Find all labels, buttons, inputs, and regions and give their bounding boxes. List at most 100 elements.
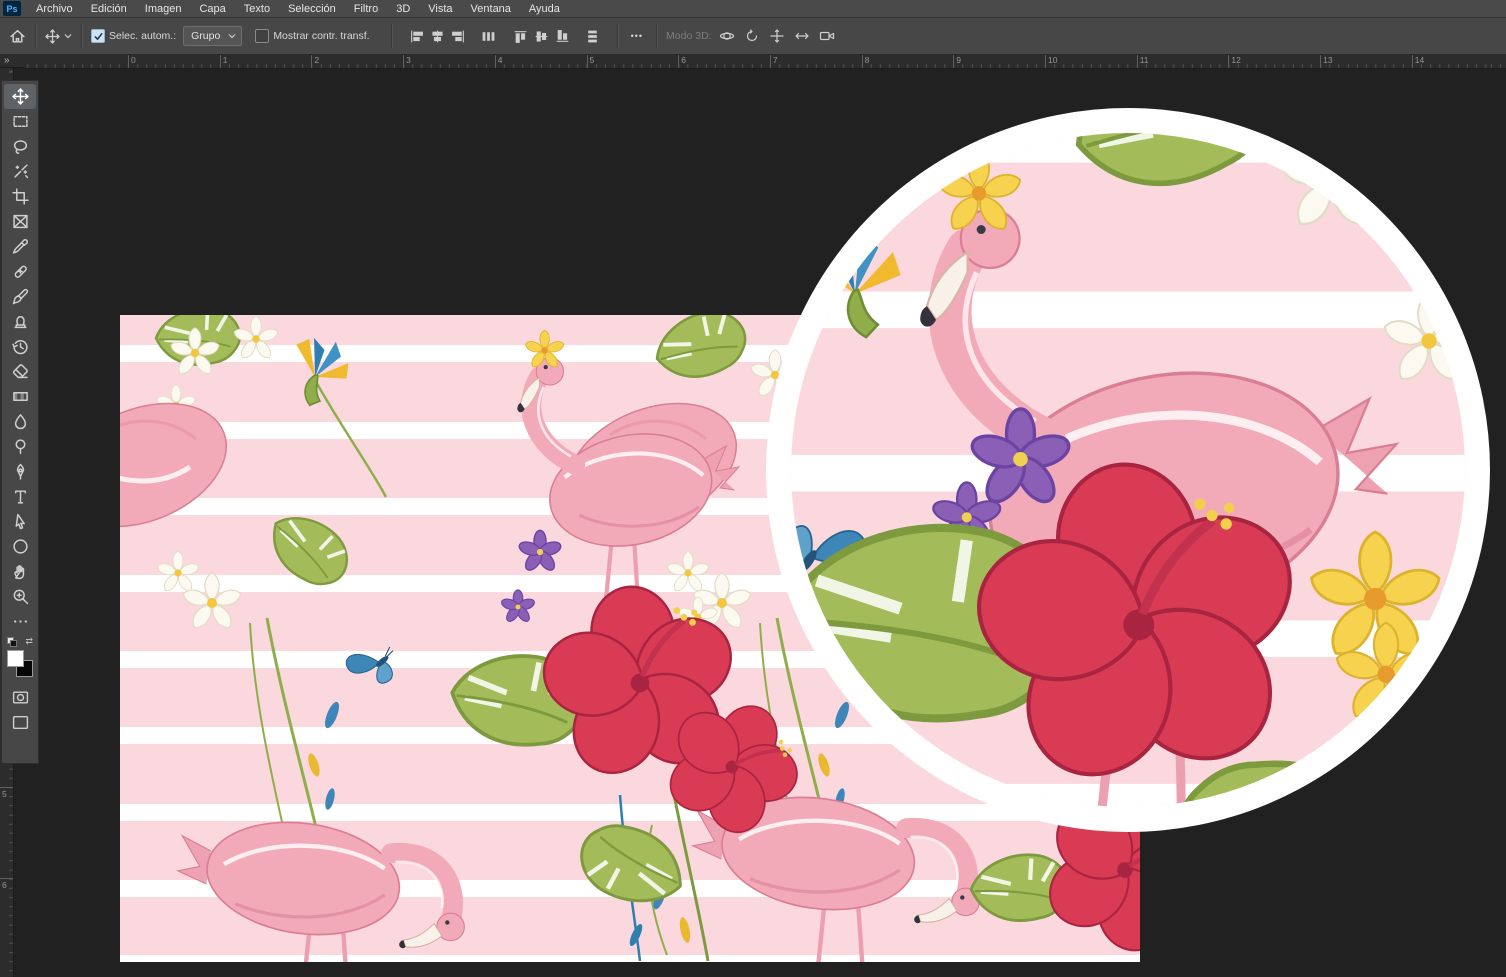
align-middle-vertical-icon[interactable]	[534, 29, 549, 44]
tool-marquee[interactable]	[4, 109, 36, 134]
distribute-vertical-icon[interactable]	[585, 29, 600, 44]
quick-mask-button[interactable]	[4, 685, 36, 710]
align-top-icon[interactable]	[513, 29, 528, 44]
tool-toolbar-more[interactable]	[4, 609, 36, 634]
ruler-number: 12	[1231, 55, 1240, 65]
ruler-major-tick	[1412, 54, 1413, 68]
ruler-major-tick	[1228, 54, 1229, 68]
mode3d-roll-icon[interactable]	[744, 28, 760, 44]
tool-history-brush[interactable]	[4, 334, 36, 359]
tool-ellipse[interactable]	[4, 534, 36, 559]
tool-crop[interactable]	[4, 184, 36, 209]
tool-eyedropper[interactable]	[4, 234, 36, 259]
distribute-horizontal-icon[interactable]	[481, 29, 496, 44]
menu-item-3d[interactable]: 3D	[387, 2, 419, 16]
auto-select-label: Selec. autom.:	[109, 30, 176, 42]
color-swatches	[5, 649, 35, 681]
tool-dodge[interactable]	[4, 434, 36, 459]
mode3d-camera-icon[interactable]	[819, 28, 835, 44]
ruler-major-tick	[953, 54, 954, 68]
ruler-number: 3	[406, 55, 411, 65]
mode3d-slide-icon[interactable]	[794, 28, 810, 44]
align-right-icon[interactable]	[451, 29, 466, 44]
ruler-major-tick	[587, 54, 588, 68]
menu-item-archivo[interactable]: Archivo	[27, 2, 82, 16]
menu-item-texto[interactable]: Texto	[235, 2, 279, 16]
menu-item-ayuda[interactable]: Ayuda	[520, 2, 569, 16]
menu-item-filtro[interactable]: Filtro	[345, 2, 387, 16]
tool-path-selection[interactable]	[4, 509, 36, 534]
toolbar: ⇄	[1, 80, 39, 764]
menu-item-edicion[interactable]: Edición	[82, 2, 136, 16]
ruler-major-tick	[495, 54, 496, 68]
menu-item-seleccion[interactable]: Selección	[279, 2, 345, 16]
ruler-major-tick	[128, 54, 129, 68]
swap-colors-icon[interactable]: ⇄	[25, 636, 33, 647]
separator	[35, 24, 36, 48]
menu-item-capa[interactable]: Capa	[190, 2, 234, 16]
tool-zoom[interactable]	[4, 584, 36, 609]
ruler-major-tick	[678, 54, 679, 68]
ruler-number: 10	[1048, 55, 1057, 65]
show-transform-checkbox[interactable]	[255, 29, 269, 43]
tool-hand[interactable]	[4, 559, 36, 584]
tool-frame[interactable]	[4, 209, 36, 234]
mode3d-orbit-icon[interactable]	[719, 28, 735, 44]
ruler-major-tick	[0, 878, 13, 879]
show-transform-label: Mostrar contr. transf.	[273, 30, 369, 42]
ruler-major-tick	[311, 54, 312, 68]
tool-healing-brush[interactable]	[4, 259, 36, 284]
tool-eraser[interactable]	[4, 359, 36, 384]
ruler-major-tick	[220, 54, 221, 68]
home-button[interactable]	[9, 28, 26, 45]
chevron-down-icon	[64, 33, 72, 39]
ruler-number: 4	[498, 55, 503, 65]
align-bottom-icon[interactable]	[555, 29, 570, 44]
mode-3d-label: Modo 3D:	[666, 30, 712, 42]
align-left-icon[interactable]	[409, 29, 424, 44]
separator	[81, 24, 82, 48]
tool-lasso[interactable]	[4, 134, 36, 159]
tool-brush[interactable]	[4, 284, 36, 309]
ruler-major-tick	[862, 54, 863, 68]
ruler-number: 11	[1140, 55, 1149, 65]
menubar-items: ArchivoEdiciónImagenCapaTextoSelecciónFi…	[27, 2, 569, 16]
ruler-top[interactable]: 01234567891011121314	[24, 54, 1506, 69]
ruler-number: 1	[223, 55, 228, 65]
screen-mode-button[interactable]	[4, 710, 36, 735]
options-bar: Selec. autom.: Grupo Mostrar contr. tran…	[0, 18, 1506, 55]
mode3d-pan-icon[interactable]	[769, 28, 785, 44]
tool-blur[interactable]	[4, 409, 36, 434]
ruler-number: 5	[590, 55, 595, 65]
tool-move[interactable]	[4, 84, 36, 109]
auto-select-value: Grupo	[191, 30, 220, 42]
menu-item-ventana[interactable]: Ventana	[462, 2, 520, 16]
auto-select-checkbox[interactable]	[91, 29, 105, 43]
tool-preset-move[interactable]	[45, 29, 72, 44]
tool-quick-selection[interactable]	[4, 159, 36, 184]
ruler-major-tick	[1045, 54, 1046, 68]
canvas[interactable]	[0, 0, 1506, 977]
ruler-major-tick	[0, 787, 13, 788]
tool-pen[interactable]	[4, 459, 36, 484]
auto-select-group-dropdown[interactable]: Grupo	[183, 26, 242, 46]
align-center-horizontal-icon[interactable]	[430, 29, 445, 44]
panel-collapse-corner[interactable]: »	[0, 54, 24, 68]
chevron-down-icon	[228, 33, 236, 39]
default-colors-icon[interactable]	[7, 637, 16, 645]
ruler-number: 6	[2, 880, 7, 890]
ruler-major-tick	[770, 54, 771, 68]
ruler-major-tick	[403, 54, 404, 68]
ruler-number: 2	[314, 55, 319, 65]
menubar: Ps ArchivoEdiciónImagenCapaTextoSelecció…	[0, 0, 1506, 18]
ruler-major-tick	[1320, 54, 1321, 68]
tool-type[interactable]	[4, 484, 36, 509]
separator	[617, 24, 618, 48]
ruler-major-tick	[1137, 54, 1138, 68]
tool-gradient[interactable]	[4, 384, 36, 409]
foreground-color-swatch[interactable]	[7, 650, 24, 667]
menu-item-imagen[interactable]: Imagen	[136, 2, 191, 16]
tool-clone-stamp[interactable]	[4, 309, 36, 334]
menu-item-vista[interactable]: Vista	[419, 2, 461, 16]
more-options-button[interactable]: •••	[627, 29, 647, 43]
